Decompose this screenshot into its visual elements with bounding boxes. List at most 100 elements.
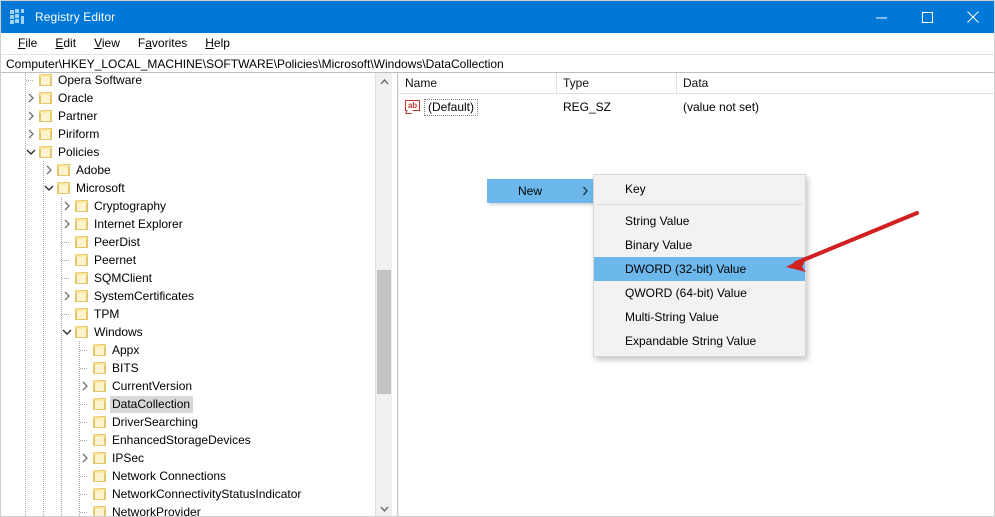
tree-guide-line [25,449,26,467]
tree-guide-line [43,449,44,467]
tree-item-appx[interactable]: Appx [1,341,375,359]
column-header-type[interactable]: Type [557,73,677,94]
tree-vertical-scrollbar[interactable] [375,73,392,516]
table-row[interactable]: ab (Default) REG_SZ (value not set) [399,98,994,116]
tree-guide-line [25,269,26,287]
tree-guide-line [25,323,26,341]
folder-icon [39,92,52,104]
close-button[interactable] [950,1,994,33]
column-header-name[interactable]: Name [399,73,557,94]
menu-file[interactable]: File [9,33,46,54]
submenu-item-string-value[interactable]: String Value [594,209,805,233]
value-data: (value not set) [683,100,760,114]
list-header: Name Type Data [399,73,994,94]
submenu-item-key[interactable]: Key [594,177,805,201]
tree-item-label: DriverSearching [112,414,199,429]
scrollbar-thumb[interactable] [377,270,391,394]
tree-item-network-connections[interactable]: Network Connections [1,467,375,485]
tree-guide-line [25,161,26,179]
submenu-separator [596,204,803,205]
tree-item-internet-explorer[interactable]: Internet Explorer [1,215,375,233]
tree-item-policies[interactable]: Policies [1,143,375,161]
tree-item-piriform[interactable]: Piriform [1,125,375,143]
tree-guide-line [25,287,26,305]
tree-guide-line [43,287,44,305]
tree-item-windows[interactable]: Windows [1,323,375,341]
tree-guide-line [25,251,26,269]
submenu-item-qword-64-bit-value[interactable]: QWORD (64-bit) Value [594,281,805,305]
tree-guide-line [25,377,26,395]
registry-tree-pane: Opera Software Oracle Partner Piriform Polic… [1,73,397,517]
address-bar[interactable]: Computer\HKEY_LOCAL_MACHINE\SOFTWARE\Pol… [1,54,994,73]
tree-guide-line [79,377,80,395]
tree-item-label: TPM [94,306,120,321]
title-bar: Registry Editor [1,1,994,33]
tree-guide-tick [80,494,88,495]
tree-guide-line [25,305,26,323]
folder-icon [75,200,88,212]
tree-guide-line [25,467,26,485]
tree-item-label: Opera Software [58,73,143,87]
tree-guide-line [61,467,62,485]
column-header-data[interactable]: Data [677,73,994,94]
menu-favorites[interactable]: Favorites [129,33,196,54]
menu-view[interactable]: View [85,33,129,54]
tree-guide-line [43,233,44,251]
tree-item-adobe[interactable]: Adobe [1,161,375,179]
tree-item-label: Internet Explorer [94,216,183,231]
tree-guide-line [79,449,80,467]
maximize-button[interactable] [904,1,950,33]
tree-item-label: Cryptography [94,198,167,213]
tree-guide-line [25,215,26,233]
menu-help[interactable]: Help [196,33,239,54]
tree-item-networkconnectivitystatusindicator[interactable]: NetworkConnectivityStatusIndicator [1,485,375,503]
folder-icon [57,164,70,176]
menu-edit[interactable]: Edit [46,33,85,54]
submenu-item-dword-32-bit-value[interactable]: DWORD (32-bit) Value [594,257,805,281]
tree-item-label: NetworkProvider [112,504,201,517]
tree-item-datacollection[interactable]: DataCollection [1,395,375,413]
submenu-item-multi-string-value[interactable]: Multi-String Value [594,305,805,329]
tree-guide-line [61,431,62,449]
tree-item-tpm[interactable]: TPM [1,305,375,323]
tree-guide-line [43,305,44,323]
tree-item-sqmclient[interactable]: SQMClient [1,269,375,287]
tree-item-microsoft[interactable]: Microsoft [1,179,375,197]
tree-guide-line [43,251,44,269]
tree-item-networkprovider[interactable]: NetworkProvider [1,503,375,517]
tree-item-oracle[interactable]: Oracle [1,89,375,107]
context-menu-new-label: New [518,184,543,198]
submenu-item-expandable-string-value[interactable]: Expandable String Value [594,329,805,353]
minimize-button[interactable] [858,1,904,33]
tree-item-label: NetworkConnectivityStatusIndicator [112,486,302,501]
tree-item-bits[interactable]: BITS [1,359,375,377]
tree-item-label: Windows [94,324,143,339]
tree-guide-line [25,125,26,143]
tree-guide-line [25,233,26,251]
submenu-item-binary-value[interactable]: Binary Value [594,233,805,257]
new-submenu: Key String Value Binary Value DWORD (32-bit… [593,174,806,357]
folder-icon [75,254,88,266]
tree-guide-line [61,503,62,516]
tree-item-systemcertificates[interactable]: SystemCertificates [1,287,375,305]
scroll-up-button[interactable] [376,73,392,90]
tree-guide-line [43,179,44,197]
folder-icon [75,236,88,248]
tree-item-label: Adobe [76,162,111,177]
tree-item-peernet[interactable]: Peernet [1,251,375,269]
tree-item-cryptography[interactable]: Cryptography [1,197,375,215]
tree-guide-tick [62,278,70,279]
tree-item-partner[interactable]: Partner [1,107,375,125]
tree-item-enhancedstoragedevices[interactable]: EnhancedStorageDevices [1,431,375,449]
tree-guide-line [61,395,62,413]
tree-item-ipsec[interactable]: IPSec [1,449,375,467]
tree-item-currentversion[interactable]: CurrentVersion [1,377,375,395]
folder-icon [39,110,52,122]
scroll-down-button[interactable] [376,500,392,516]
context-menu-item-new[interactable]: New [487,179,597,203]
tree-guide-line [61,341,62,359]
tree-item-label: BITS [112,360,139,375]
tree-item-peerdist[interactable]: PeerDist [1,233,375,251]
tree-item-opera-software[interactable]: Opera Software [1,73,375,89]
tree-item-driversearching[interactable]: DriverSearching [1,413,375,431]
